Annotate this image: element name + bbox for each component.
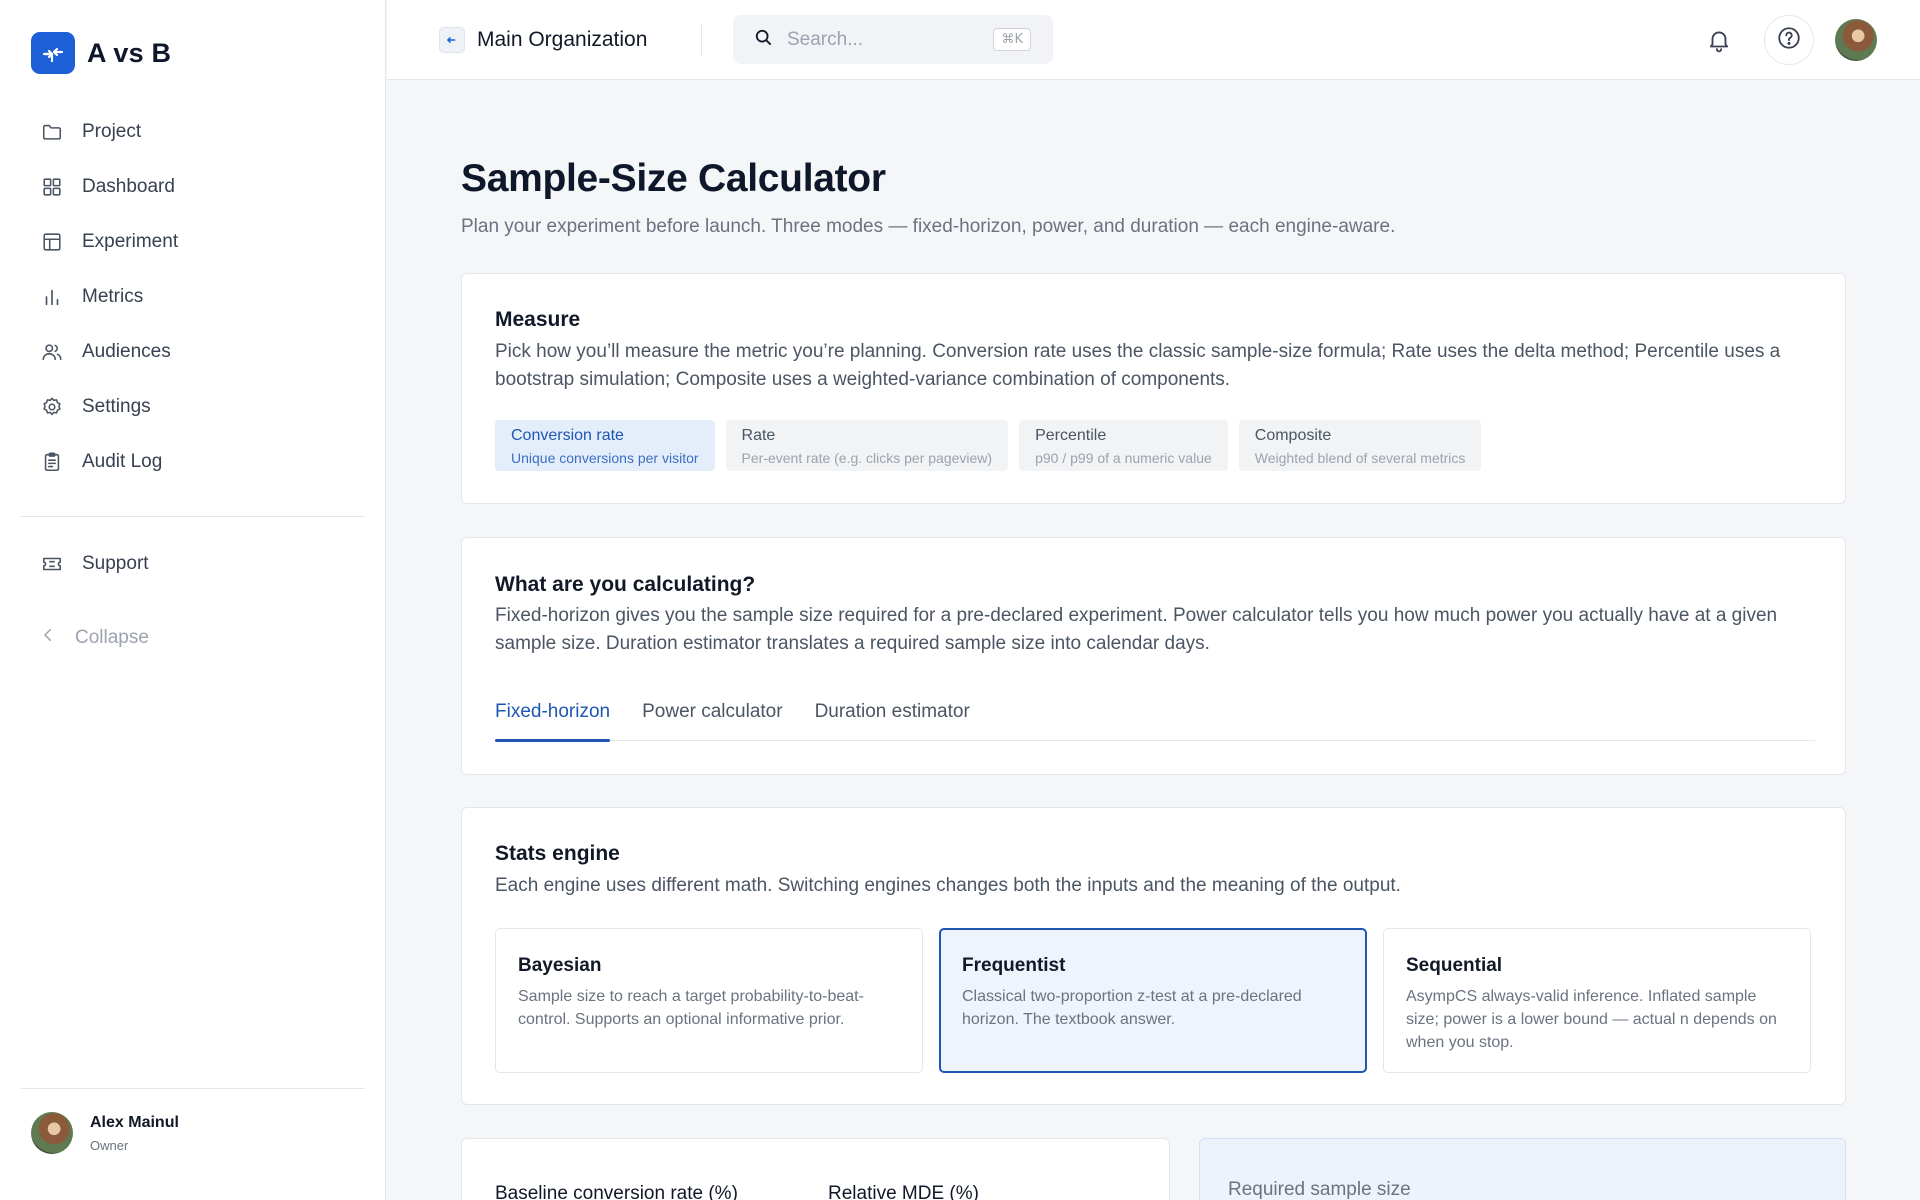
sidebar-item-audit-log[interactable]: Audit Log (21, 434, 365, 489)
search-placeholder: Search... (787, 28, 864, 50)
sidebar-nav: Project Dashboard Experiment Metrics Aud… (21, 104, 365, 489)
tab-fixed-horizon[interactable]: Fixed-horizon (495, 701, 611, 742)
sidebar-item-label: Audiences (82, 340, 171, 362)
measure-option-percentile[interactable]: Percentile p90 / p99 of a numeric value (1019, 420, 1228, 471)
option-description: Per-event rate (e.g. clicks per pageview… (741, 450, 993, 466)
sidebar-item-experiment[interactable]: Experiment (21, 214, 365, 269)
measure-options: Conversion rate Unique conversions per v… (495, 420, 1482, 471)
search-input[interactable]: Search... ⌘K (733, 15, 1053, 64)
inputs-card: Baseline conversion rate (%) Relative MD… (461, 1138, 1170, 1200)
grid-icon (39, 174, 65, 200)
sidebar-divider (21, 516, 365, 517)
ticket-icon (39, 551, 65, 577)
user-role: Owner (90, 1137, 129, 1153)
bar-chart-icon (39, 284, 65, 310)
collapse-label: Collapse (75, 626, 149, 648)
stats-engine-description: Each engine uses different math. Switchi… (495, 875, 1401, 896)
help-button[interactable] (1764, 15, 1814, 65)
bell-icon (1706, 31, 1732, 58)
gear-icon (39, 394, 65, 420)
measure-option-conversion-rate[interactable]: Conversion rate Unique conversions per v… (495, 420, 715, 471)
calculating-title: What are you calculating? (495, 573, 756, 596)
tab-power-calculator[interactable]: Power calculator (642, 701, 782, 741)
engine-description: AsympCS always-valid inference. Inflated… (1406, 988, 1777, 1051)
tab-duration-estimator[interactable]: Duration estimator (815, 701, 970, 741)
sidebar-item-settings[interactable]: Settings (21, 379, 365, 434)
option-title: Rate (741, 427, 776, 444)
sidebar-item-label: Experiment (82, 230, 179, 252)
sidebar-item-metrics[interactable]: Metrics (21, 269, 365, 324)
page-subtitle: Plan your experiment before launch. Thre… (461, 216, 1396, 237)
org-icon (439, 27, 465, 53)
help-icon (1776, 25, 1802, 56)
engine-option-bayesian[interactable]: Bayesian Sample size to reach a target p… (495, 928, 923, 1073)
avatar (31, 1112, 73, 1154)
sidebar-secondary: Support (21, 536, 365, 591)
folder-icon (39, 119, 65, 145)
brand-name: A vs B (87, 37, 172, 68)
measure-card: Measure Pick how you’ll measure the metr… (461, 273, 1846, 504)
user-name: Alex Mainul (90, 1113, 179, 1131)
engine-option-sequential[interactable]: Sequential AsympCS always-valid inferenc… (1383, 928, 1811, 1073)
topbar-divider (701, 24, 702, 56)
option-title: Composite (1254, 427, 1332, 444)
option-description: Weighted blend of several metrics (1254, 450, 1466, 466)
search-icon (753, 27, 773, 52)
sidebar-item-label: Dashboard (82, 175, 175, 197)
collapse-button[interactable]: Collapse (39, 626, 149, 649)
notifications-button[interactable] (1706, 26, 1732, 59)
calculating-card: What are you calculating? Fixed-horizon … (461, 537, 1846, 775)
option-title: Conversion rate (511, 427, 624, 444)
relative-mde-label: Relative MDE (%) (828, 1183, 979, 1200)
brand[interactable]: A vs B (31, 32, 171, 74)
measure-title: Measure (495, 308, 581, 331)
measure-option-composite[interactable]: Composite Weighted blend of several metr… (1238, 420, 1482, 471)
result-card: Required sample size (1199, 1138, 1846, 1200)
sidebar-item-label: Project (82, 120, 142, 142)
calculating-description: Fixed-horizon gives you the sample size … (495, 605, 1778, 654)
table-icon (39, 229, 65, 255)
sidebar-item-label: Metrics (82, 285, 144, 307)
engine-description: Sample size to reach a target probabilit… (518, 988, 864, 1028)
sidebar-divider (21, 1088, 365, 1089)
sidebar-item-project[interactable]: Project (21, 104, 365, 159)
sidebar-item-label: Support (82, 552, 149, 574)
option-description: Unique conversions per visitor (511, 450, 699, 466)
chevron-left-icon (39, 626, 57, 649)
org-name: Main Organization (477, 28, 648, 51)
option-description: p90 / p99 of a numeric value (1035, 450, 1212, 466)
engine-description: Classical two-proportion z-test at a pre… (962, 988, 1302, 1028)
engine-title: Bayesian (518, 955, 602, 976)
sidebar-item-audiences[interactable]: Audiences (21, 324, 365, 379)
engine-options: Bayesian Sample size to reach a target p… (495, 928, 1811, 1073)
stats-engine-card: Stats engine Each engine uses different … (461, 807, 1846, 1105)
measure-option-rate[interactable]: Rate Per-event rate (e.g. clicks per pag… (725, 420, 1009, 471)
avatar[interactable] (1835, 19, 1877, 61)
sidebar-item-label: Audit Log (82, 450, 163, 472)
engine-title: Frequentist (962, 955, 1066, 976)
sidebar-item-label: Settings (82, 395, 151, 417)
mode-tabs: Fixed-horizon Power calculator Duration … (495, 701, 1815, 742)
users-icon (39, 339, 65, 365)
engine-option-frequentist[interactable]: Frequentist Classical two-proportion z-t… (939, 928, 1367, 1073)
sidebar-item-dashboard[interactable]: Dashboard (21, 159, 365, 214)
user-profile[interactable]: Alex Mainul Owner (31, 1112, 179, 1154)
page-title: Sample-Size Calculator (461, 157, 886, 200)
measure-description: Pick how you’ll measure the metric you’r… (495, 341, 1781, 390)
topbar: Main Organization Search... ⌘K (387, 0, 1920, 80)
sidebar-item-support[interactable]: Support (21, 536, 365, 591)
arrows-in-icon (31, 32, 75, 74)
sidebar: A vs B Project Dashboard Experiment Metr… (0, 0, 386, 1200)
baseline-rate-label: Baseline conversion rate (%) (495, 1183, 738, 1200)
org-switcher[interactable]: Main Organization (439, 27, 647, 53)
option-title: Percentile (1035, 427, 1107, 444)
stats-engine-title: Stats engine (495, 842, 620, 865)
search-shortcut: ⌘K (993, 28, 1031, 51)
clipboard-icon (39, 449, 65, 475)
required-sample-size-label: Required sample size (1228, 1179, 1411, 1200)
engine-title: Sequential (1406, 955, 1503, 976)
